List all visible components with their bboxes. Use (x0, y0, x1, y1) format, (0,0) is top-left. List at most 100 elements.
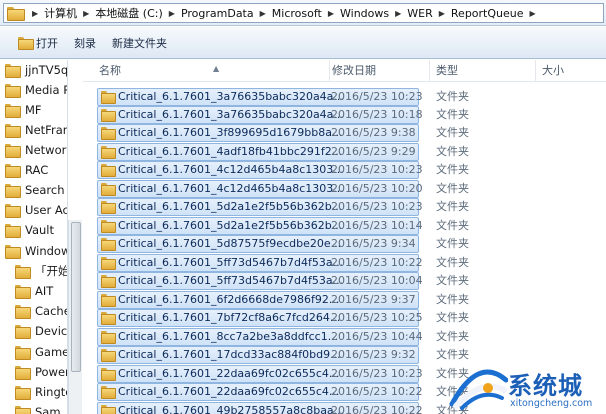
file-date: 2016/5/23 10:20 (331, 182, 423, 195)
folder-icon (15, 366, 31, 380)
nav-item[interactable]: 「开始」 (15, 262, 67, 280)
breadcrumb-arrow-icon[interactable]: ▶ (77, 9, 95, 18)
breadcrumb-item-programdata[interactable]: ProgramData (181, 7, 254, 20)
folder-icon (101, 405, 116, 414)
file-name: Critical_6.1.7601_5d87575f9ecdbe20e... (118, 237, 342, 250)
nav-item[interactable]: Sam (15, 403, 61, 414)
nav-item[interactable]: Network (5, 141, 67, 159)
table-row[interactable]: Critical_6.1.7601_5ff73d5467b7d4f53a... 2… (97, 272, 597, 290)
table-row[interactable]: Critical_6.1.7601_8cc7a2be3a8ddfcc1... 20… (97, 328, 597, 346)
breadcrumb-arrow-icon[interactable]: ▶ (433, 9, 451, 18)
new-folder-button[interactable]: 新建文件夹 (104, 32, 175, 54)
table-row[interactable]: Critical_6.1.7601_4adf18fb41bbc291f2... 2… (97, 143, 597, 161)
column-header-name[interactable]: 名称 ▲ (93, 60, 330, 82)
column-name-label: 名称 (99, 64, 121, 77)
file-name: Critical_6.1.7601_4c12d465b4a8c1303... (118, 182, 344, 195)
column-header-size[interactable]: 大小 (536, 60, 606, 82)
nav-item-label: RAC (25, 163, 49, 177)
file-type: 文件夹 (436, 182, 469, 195)
table-row[interactable]: Critical_6.1.7601_3a76635babc320a4a... 20… (97, 88, 597, 106)
nav-item[interactable]: jjnTV5qZ (5, 61, 67, 79)
sort-caret-icon: ▲ (213, 64, 220, 73)
table-row[interactable]: Critical_6.1.7601_3f899695d1679bb8a... 20… (97, 124, 597, 142)
file-type: 文件夹 (436, 163, 469, 176)
breadcrumb-item-wer[interactable]: WER (407, 7, 432, 20)
nav-item[interactable]: Media P (5, 81, 67, 99)
breadcrumb-arrow-icon[interactable]: ▶ (26, 9, 44, 18)
open-label: 打开 (36, 36, 58, 50)
breadcrumb-item-local-disk[interactable]: 本地磁盘 (C:) (95, 5, 162, 21)
file-name: Critical_6.1.7601_3a76635babc320a4a... (118, 108, 344, 121)
watermark-url: xitongcheng.com (510, 398, 593, 409)
breadcrumb-item-reportqueue[interactable]: ReportQueue (451, 7, 524, 20)
file-date: 2016/5/23 10:23 (331, 163, 423, 176)
nav-item[interactable]: AIT (15, 282, 53, 300)
folder-icon (101, 331, 116, 344)
breadcrumb-item-computer[interactable]: 计算机 (44, 5, 77, 21)
folder-icon (7, 7, 25, 21)
nav-item-label: NetFram (25, 123, 67, 137)
breadcrumb-arrow-icon[interactable]: ▶ (389, 9, 407, 18)
column-type-label: 类型 (436, 64, 458, 77)
table-row[interactable]: Critical_6.1.7601_5ff73d5467b7d4f53a... 2… (97, 254, 597, 272)
nav-item[interactable]: User Acc (5, 201, 67, 219)
watermark-brand: 系统城 (508, 372, 583, 400)
nav-item-label: AIT (35, 284, 54, 298)
nav-item[interactable]: Ringto (15, 383, 67, 401)
open-button[interactable]: 打开 (0, 32, 66, 54)
table-row[interactable]: Critical_6.1.7601_5d87575f9ecdbe20e... 20… (97, 235, 597, 253)
nav-item[interactable]: Window (5, 242, 67, 260)
table-row[interactable]: Critical_6.1.7601_6f2d6668de7986f92... 20… (97, 291, 597, 309)
breadcrumb-arrow-icon[interactable]: ▶ (163, 9, 181, 18)
folder-icon (15, 406, 31, 414)
breadcrumb-item-microsoft[interactable]: Microsoft (272, 7, 322, 20)
table-row[interactable]: Critical_6.1.7601_5d2a1e2f5b56b362b... 20… (97, 217, 597, 235)
new-folder-label: 新建文件夹 (112, 36, 167, 50)
file-date: 2016/5/23 10:23 (331, 90, 423, 103)
nav-item-label: Network (25, 143, 67, 157)
file-type: 文件夹 (436, 256, 469, 269)
file-date: 2016/5/23 10:22 (331, 256, 423, 269)
address-box[interactable]: ▶ 计算机 ▶ 本地磁盘 (C:) ▶ ProgramData ▶ Micros… (3, 3, 604, 23)
file-name: Critical_6.1.7601_22daa69fc02c655c4... (118, 367, 340, 380)
column-headers: 名称 ▲ 修改日期 类型 大小 (83, 60, 606, 82)
folder-icon (101, 257, 116, 270)
table-row[interactable]: Critical_6.1.7601_4c12d465b4a8c1303... 20… (97, 161, 597, 179)
file-name: Critical_6.1.7601_3f899695d1679bb8a... (118, 126, 343, 139)
file-date: 2016/5/23 9:29 (331, 145, 416, 158)
nav-item-label: Power (35, 365, 68, 379)
folder-icon (5, 104, 21, 118)
column-header-type[interactable]: 类型 (430, 60, 536, 82)
nav-item[interactable]: NetFram (5, 121, 67, 139)
nav-item-label: Ringto (35, 385, 67, 399)
file-name: Critical_6.1.7601_3a76635babc320a4a... (118, 90, 344, 103)
table-row[interactable]: Critical_6.1.7601_4c12d465b4a8c1303... 20… (97, 180, 597, 198)
nav-item[interactable]: Caches (15, 302, 67, 320)
breadcrumb-arrow-icon[interactable]: ▶ (322, 9, 340, 18)
nav-item[interactable]: Device (15, 322, 67, 340)
column-header-modified[interactable]: 修改日期 (326, 60, 430, 82)
file-name: Critical_6.1.7601_22daa69fc02c655c4... (118, 385, 340, 398)
nav-scrollbar[interactable] (68, 220, 82, 414)
folder-icon (101, 109, 116, 122)
table-row[interactable]: Critical_6.1.7601_7bf72cf8a6c7fcd264... 2… (97, 309, 597, 327)
breadcrumb-item-windows[interactable]: Windows (340, 7, 389, 20)
nav-item[interactable]: Power (15, 363, 68, 381)
file-date: 2016/5/23 10:22 (331, 404, 423, 414)
table-row[interactable]: Critical_6.1.7601_5d2a1e2f5b56b362b... 20… (97, 198, 597, 216)
nav-item[interactable]: MF (5, 101, 42, 119)
nav-item[interactable]: RAC (5, 161, 48, 179)
nav-item-label: MF (25, 103, 42, 117)
breadcrumb-arrow-icon[interactable]: ▶ (254, 9, 272, 18)
table-row[interactable]: Critical_6.1.7601_3a76635babc320a4a... 20… (97, 106, 597, 124)
nav-scrollbar-thumb[interactable] (71, 222, 81, 372)
file-type: 文件夹 (436, 330, 469, 343)
file-date: 2016/5/23 10:23 (331, 367, 423, 380)
nav-item[interactable]: Vault (5, 221, 54, 239)
burn-button[interactable]: 刻录 (66, 32, 104, 54)
breadcrumb-arrow-icon[interactable]: ▶ (524, 9, 542, 18)
folder-icon (101, 164, 116, 177)
nav-item[interactable]: GameE (15, 343, 67, 361)
nav-item[interactable]: Search (5, 181, 65, 199)
file-name: Critical_6.1.7601_6f2d6668de7986f92... (118, 293, 340, 306)
